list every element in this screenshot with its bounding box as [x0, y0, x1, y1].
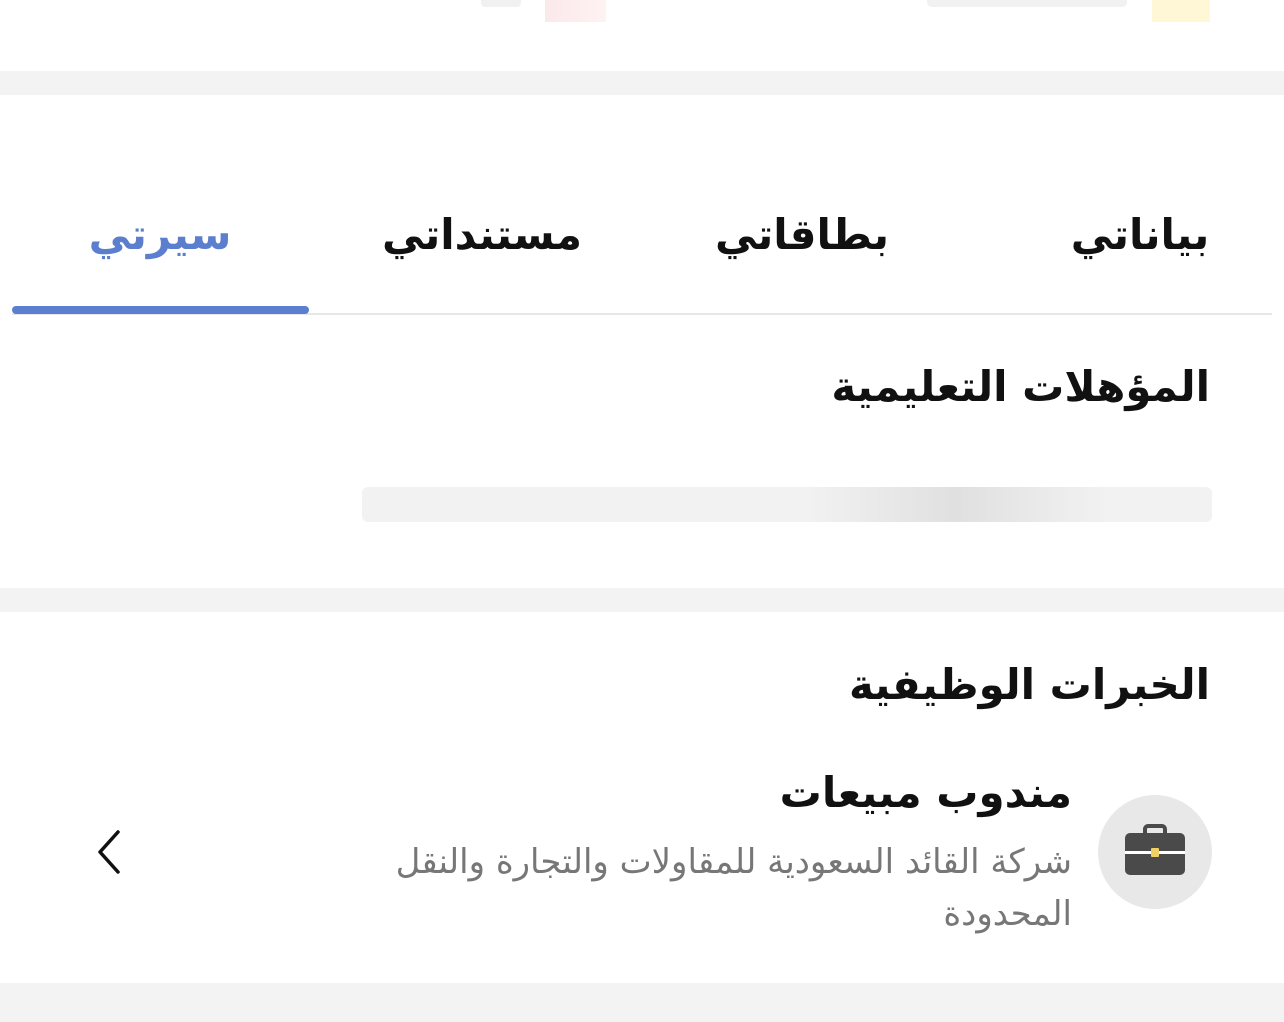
section-divider	[0, 588, 1284, 612]
section-divider	[0, 983, 1284, 1022]
tab-my-cv[interactable]: سيرتي	[10, 205, 310, 265]
loading-skeleton	[362, 487, 1212, 522]
briefcase-icon	[1124, 824, 1186, 880]
section-divider	[0, 71, 1284, 95]
tab-my-documents[interactable]: مستنداتي	[332, 205, 632, 265]
chevron-left-icon[interactable]	[90, 828, 130, 876]
cropped-element	[1152, 0, 1210, 22]
tab-my-cards[interactable]: بطاقاتي	[652, 205, 952, 265]
cropped-element	[481, 0, 521, 7]
company-name: شركة القائد السعودية للمقاولات والتجارة …	[395, 842, 1072, 934]
previous-section-fragment	[0, 0, 1284, 71]
education-section-title: المؤهلات التعليمية	[831, 362, 1210, 411]
tab-my-data[interactable]: بياناتي	[990, 205, 1284, 265]
active-tab-indicator	[12, 306, 309, 314]
cropped-element	[545, 0, 606, 22]
experience-icon-container	[1098, 795, 1212, 909]
cropped-element	[927, 0, 1127, 7]
job-title: مندوب مبيعات	[779, 768, 1072, 817]
experience-section-title: الخبرات الوظيفية	[849, 660, 1210, 709]
